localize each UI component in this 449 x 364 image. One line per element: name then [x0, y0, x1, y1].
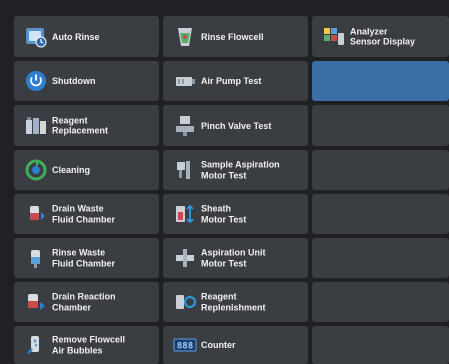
reagent-replacement-button[interactable]: Reagent Replacement [14, 105, 159, 146]
sheath-motor-icon [173, 202, 197, 226]
shutdown-label: Shutdown [52, 75, 96, 86]
drain-waste-fluid-chamber-label: Drain Waste Fluid Chamber [52, 203, 116, 225]
cleaning-button[interactable]: Cleaning [14, 150, 159, 190]
rinse-waste-fluid-chamber-button[interactable]: Rinse Waste Fluid Chamber [14, 238, 159, 278]
sample-aspiration-motor-test-button[interactable]: Sample Aspiration Motor Test [163, 150, 308, 190]
rinse-flowcell-label: Rinse Flowcell [201, 31, 264, 42]
analyzer-sensor-display-label: Analyzer Sensor Display [350, 26, 416, 47]
air-pump-test-label: Air Pump Test [201, 75, 262, 86]
empty-slot [312, 238, 449, 278]
drain-waste-fluid-chamber-button[interactable]: Drain Waste Fluid Chamber [14, 194, 159, 234]
shutdown-button[interactable]: Shutdown [14, 61, 159, 101]
remove-flowcell-air-bubbles-label: Remove Flowcell Air Bubbles [52, 334, 126, 356]
aspiration-unit-icon [173, 246, 197, 270]
rinse-chamber-icon [24, 246, 48, 270]
empty-slot [312, 150, 449, 190]
sheath-motor-test-label: Sheath Motor Test [201, 203, 247, 225]
sample-aspiration-motor-test-label: Sample Aspiration Motor Test [201, 159, 280, 181]
svg-text:888: 888 [177, 342, 193, 352]
empty-slot [312, 105, 449, 146]
sensor-display-icon [322, 25, 346, 49]
reagent-bottles-icon [24, 114, 48, 138]
power-icon [24, 69, 48, 93]
drain-reaction-chamber-button[interactable]: Drain Reaction Chamber [14, 282, 159, 322]
drain-chamber-icon [24, 202, 48, 226]
cleaning-label: Cleaning [52, 164, 91, 175]
rinse-waste-fluid-chamber-label: Rinse Waste Fluid Chamber [52, 247, 116, 269]
sheath-motor-test-button[interactable]: Sheath Motor Test [163, 194, 308, 234]
air-pump-icon [173, 69, 197, 93]
replenish-icon [173, 290, 197, 314]
drain-reaction-chamber-label: Drain Reaction Chamber [52, 291, 116, 313]
empty-slot [312, 326, 449, 364]
maintenance-menu-grid: Auto Rinse Shutdown Reagent Replacement … [0, 0, 449, 364]
reagent-replenishment-label: Reagent Replenishment [201, 291, 266, 313]
auto-rinse-button[interactable]: Auto Rinse [14, 16, 159, 57]
auto-rinse-label: Auto Rinse [52, 31, 100, 42]
counter-button[interactable]: 888 Counter [163, 326, 308, 364]
remove-flowcell-air-bubbles-button[interactable]: Remove Flowcell Air Bubbles [14, 326, 159, 364]
reagent-replenishment-button[interactable]: Reagent Replenishment [163, 282, 308, 322]
aspiration-motor-icon [173, 158, 197, 182]
pinch-valve-test-label: Pinch Valve Test [201, 120, 272, 131]
reagent-replacement-label: Reagent Replacement [52, 115, 109, 136]
aspiration-unit-motor-test-button[interactable]: Aspiration Unit Motor Test [163, 238, 308, 278]
air-pump-test-button[interactable]: Air Pump Test [163, 61, 308, 101]
pinch-valve-test-button[interactable]: Pinch Valve Test [163, 105, 308, 146]
aspiration-unit-motor-test-label: Aspiration Unit Motor Test [201, 247, 266, 269]
pinch-valve-icon [173, 114, 197, 138]
empty-slot [312, 282, 449, 322]
counter-icon: 888 [173, 333, 197, 357]
recycle-icon [24, 158, 48, 182]
analyzer-sensor-display-button[interactable]: Analyzer Sensor Display [312, 16, 449, 57]
air-bubbles-icon [24, 333, 48, 357]
empty-slot [312, 194, 449, 234]
selected-empty-slot[interactable] [312, 61, 449, 101]
auto-rinse-icon [24, 25, 48, 49]
rinse-flowcell-button[interactable]: Rinse Flowcell [163, 16, 308, 57]
flowcell-icon [173, 25, 197, 49]
drain-reaction-icon [24, 290, 48, 314]
counter-label: Counter [201, 339, 236, 350]
